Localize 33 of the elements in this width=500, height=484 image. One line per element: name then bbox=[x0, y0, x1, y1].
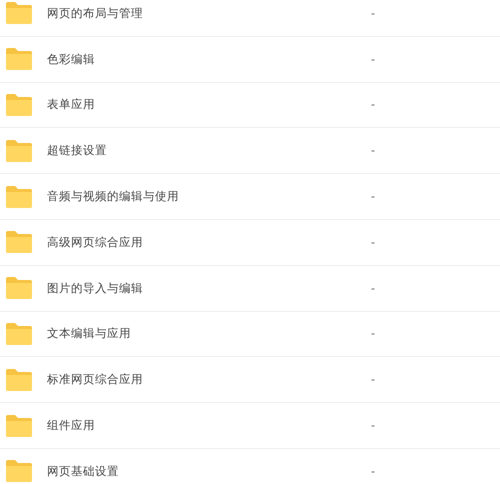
folder-icon bbox=[5, 230, 33, 254]
folder-detail: - bbox=[371, 282, 375, 295]
folder-detail: - bbox=[371, 98, 375, 112]
folder-name[interactable]: 表单应用 bbox=[47, 97, 371, 112]
folder-icon bbox=[5, 92, 33, 117]
folder-name[interactable]: 音频与视频的编辑与使用 bbox=[47, 189, 371, 204]
folder-icon bbox=[5, 138, 33, 163]
folder-icon bbox=[5, 459, 33, 484]
folder-icon bbox=[5, 47, 33, 72]
folder-detail: - bbox=[371, 373, 375, 386]
folder-name[interactable]: 网页基础设置 bbox=[47, 464, 371, 479]
folder-name[interactable]: 网页的布局与管理 bbox=[47, 6, 371, 21]
folder-icon bbox=[5, 322, 33, 346]
folder-detail: - bbox=[371, 6, 375, 20]
folder-icon bbox=[5, 414, 33, 438]
folder-name[interactable]: 组件应用 bbox=[47, 418, 371, 434]
folder-detail: - bbox=[371, 52, 375, 66]
folder-name[interactable]: 图片的导入与编辑 bbox=[47, 280, 371, 296]
folder-name[interactable]: 标准网页综合应用 bbox=[47, 372, 371, 388]
folder-name[interactable]: 色彩编辑 bbox=[47, 52, 371, 67]
folder-detail: - bbox=[371, 327, 375, 340]
folder-detail: - bbox=[371, 236, 375, 249]
folder-name[interactable]: 超链接设置 bbox=[47, 143, 371, 158]
folder-detail: - bbox=[371, 144, 375, 158]
folder-icon bbox=[5, 276, 33, 300]
folder-icon bbox=[5, 184, 33, 209]
folder-detail: - bbox=[371, 419, 375, 432]
folder-detail: - bbox=[371, 464, 375, 478]
folder-name[interactable]: 文本编辑与应用 bbox=[47, 326, 371, 342]
folder-name[interactable]: 高级网页综合应用 bbox=[47, 234, 371, 250]
folder-icon bbox=[5, 368, 33, 392]
folder-detail: - bbox=[371, 190, 375, 204]
folder-icon bbox=[5, 1, 33, 26]
